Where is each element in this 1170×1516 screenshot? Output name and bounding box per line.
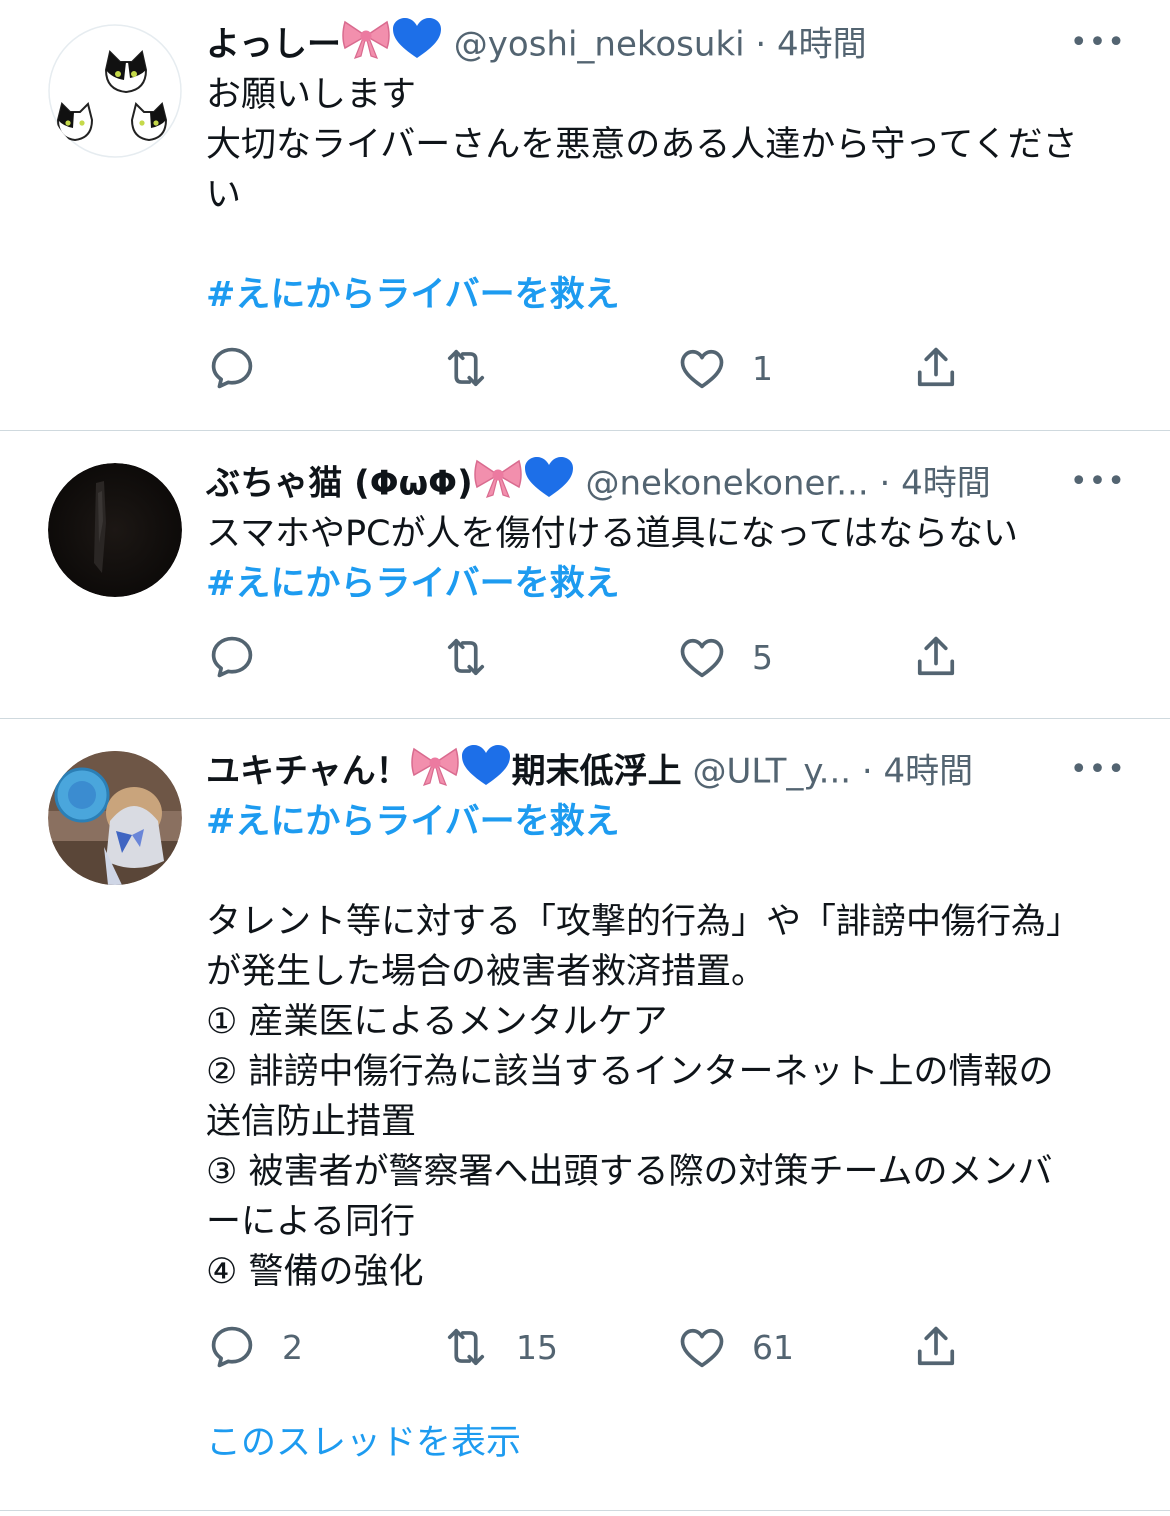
like-button[interactable]: 61 [676,1319,794,1375]
like-icon [680,1328,724,1368]
action-bar: 1 [206,340,966,396]
handle[interactable]: @nekonekoner... [585,464,868,504]
like-button[interactable]: 1 [676,340,773,396]
handle[interactable]: @ULT_y... [692,752,851,792]
display-name[interactable]: ユキチャん！ [206,752,410,792]
blue-heart-emoji-icon [523,455,575,515]
blue-heart-emoji-icon [391,16,443,76]
retweet-icon [447,1328,485,1366]
hashtag-link[interactable]: #えにからライバーを救え [206,270,1126,320]
avatar[interactable] [48,24,182,158]
display-name-suffix[interactable]: 期末低浮上 [512,752,682,792]
display-name[interactable]: よっしー [206,25,341,65]
divider [0,430,1170,431]
show-thread-link[interactable]: このスレッドを表示 [206,1418,521,1468]
share-button[interactable] [910,1319,962,1375]
reply-icon [211,636,253,678]
text-line [206,847,1126,897]
text-line: ③ 被害者が警察署へ出頭する際の対策チームのメンバ [206,1152,1053,1192]
tweet-header: よっしー @yoshi_nekosuki · 4時間 ••• [206,16,1126,70]
ribbon-emoji-icon [341,16,391,76]
tweet-text: #えにからライバーを救え タレント等に対する「攻撃的行為」や「誹謗中傷行為」 が… [206,797,1126,1297]
reply-count: 2 [282,1327,303,1367]
tweet-header: ぶちゃ猫 (ΦωΦ) @nekonekoner... · 4時間 ••• [206,455,1126,509]
avatar[interactable] [48,751,182,885]
text-line: い [206,175,242,215]
like-count: 5 [752,637,773,677]
retweet-count: 15 [516,1327,558,1367]
reply-button[interactable]: 2 [206,1319,303,1375]
avatar[interactable] [48,463,182,597]
more-icon[interactable]: ••• [1070,455,1126,509]
handle[interactable]: @yoshi_nekosuki [454,25,745,65]
reply-button[interactable] [206,629,282,685]
like-count: 1 [752,348,773,388]
retweet-icon [447,349,485,387]
like-count: 61 [752,1327,794,1367]
text-line: ① 産業医によるメンタルケア [206,1002,668,1042]
text-line: お願いします [206,75,417,115]
tweet-text: お願いします 大切なライバーさんを悪意のある人達から守ってくださ い #えにから… [206,70,1126,320]
ribbon-emoji-icon [473,455,523,515]
share-icon [917,347,955,387]
tweet-text: スマホやPCが人を傷付ける道具になってはならない #えにからライバーを救え [206,509,1126,609]
ribbon-emoji-icon [410,743,460,803]
separator-dot: · [879,463,891,504]
more-icon[interactable]: ••• [1070,743,1126,797]
action-bar: 2 15 61 [206,1319,966,1375]
text-line: 送信防止措置 [206,1102,417,1142]
action-bar: 5 [206,629,966,685]
text-line: 大切なライバーさんを悪意のある人達から守ってくださ [206,125,1078,165]
like-icon [680,638,724,678]
text-line: ④ 警備の強化 [206,1252,424,1292]
reply-icon [211,347,253,389]
separator-dot: · [861,751,873,792]
reply-button[interactable] [206,340,282,396]
text-line: が発生した場合の被害者救済措置。 [206,952,767,992]
tweet-header: ユキチャん！ 期末低浮上 @ULT_y... · 4時間 ••• [206,743,1126,797]
like-button[interactable]: 5 [676,629,773,685]
blue-heart-emoji-icon [460,743,512,803]
timestamp[interactable]: 4時間 [884,752,974,792]
text-line: タレント等に対する「攻撃的行為」や「誹謗中傷行為」 [206,902,1082,942]
retweet-icon [447,638,485,676]
divider [0,1510,1170,1511]
reply-icon [211,1326,253,1368]
divider [0,718,1170,719]
hashtag-link[interactable]: #えにからライバーを救え [206,797,1126,847]
share-button[interactable] [910,629,962,685]
text-line: ーによる同行 [206,1202,415,1242]
text-line [206,220,1126,270]
retweet-button[interactable] [440,629,516,685]
hashtag-link[interactable]: #えにからライバーを救え [206,559,1126,609]
retweet-button[interactable] [440,340,516,396]
display-name[interactable]: ぶちゃ猫 (ΦωΦ) [206,464,473,504]
separator-dot: · [755,24,767,65]
retweet-button[interactable]: 15 [440,1319,558,1375]
timestamp[interactable]: 4時間 [777,25,867,65]
like-icon [680,349,724,389]
text-line: スマホやPCが人を傷付ける道具になってはならない [206,514,1019,554]
share-button[interactable] [910,340,962,396]
share-icon [917,636,955,676]
more-icon[interactable]: ••• [1070,16,1126,70]
text-line: ② 誹謗中傷行為に該当するインターネット上の情報の [206,1052,1054,1092]
timestamp[interactable]: 4時間 [901,464,991,504]
share-icon [917,1326,955,1366]
